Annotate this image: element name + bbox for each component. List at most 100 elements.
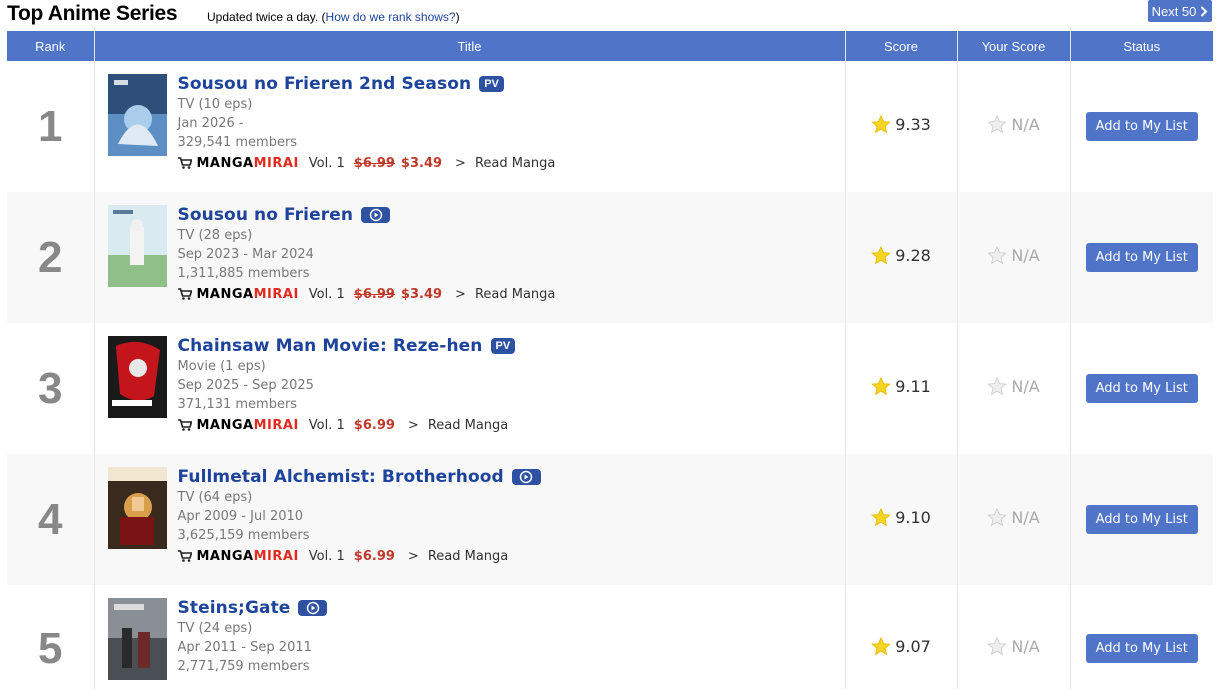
your-score-cell: N/A bbox=[956, 585, 1070, 689]
your-score-cell: N/A bbox=[956, 323, 1070, 454]
anime-type: Movie (1 eps) bbox=[177, 359, 266, 374]
star-icon bbox=[871, 508, 891, 527]
col-score: Score bbox=[844, 31, 957, 61]
ranking-table: Rank Title Score Your Score Status 1 Sou… bbox=[7, 31, 1213, 689]
rank-number: 5 bbox=[7, 585, 94, 689]
table-row: 4 Fullmetal Alchemist: Brotherhood TV (6… bbox=[7, 454, 1213, 585]
score-value: 9.10 bbox=[895, 508, 931, 527]
chevron-right-icon: > bbox=[455, 286, 466, 302]
anime-title-link[interactable]: Sousou no Frieren bbox=[178, 205, 354, 225]
table-row: 5 Steins;Gate TV (24 eps) Apr 2011 - Sep… bbox=[7, 585, 1213, 689]
read-manga-link[interactable]: Read Manga bbox=[475, 287, 555, 302]
manga-promo[interactable]: MANGAMIRAI Vol. 1 $6.99 > Read Manga bbox=[177, 416, 845, 434]
frieren-s2-cover-image[interactable] bbox=[107, 74, 167, 156]
anime-members: 3,625,159 members bbox=[177, 528, 310, 543]
manga-promo[interactable]: MANGAMIRAI Vol. 1 $6.99 > Read Manga bbox=[177, 547, 845, 565]
your-score-value: N/A bbox=[1011, 508, 1040, 527]
score-cell: 9.28 bbox=[844, 192, 957, 323]
anime-members: 1,311,885 members bbox=[177, 266, 310, 281]
star-icon bbox=[871, 637, 891, 656]
score-value: 9.07 bbox=[895, 637, 931, 656]
page-subtitle: Updated twice a day. (How do we rank sho… bbox=[207, 10, 460, 24]
chevron-right-icon: > bbox=[407, 548, 419, 564]
star-outline-icon bbox=[987, 637, 1008, 656]
steins-gate-cover-image[interactable] bbox=[107, 598, 167, 680]
score-cell: 9.10 bbox=[844, 454, 957, 585]
table-row: 2 Sousou no Frieren TV (28 eps) Sep 2023… bbox=[7, 192, 1213, 323]
score-cell: 9.33 bbox=[844, 61, 957, 192]
cart-icon bbox=[177, 288, 192, 300]
update-note: Updated twice a day. bbox=[207, 10, 319, 24]
frieren-cover-image[interactable] bbox=[107, 205, 167, 287]
your-score-value: N/A bbox=[1011, 637, 1040, 656]
add-to-list-button[interactable]: Add to My List bbox=[1085, 634, 1198, 663]
play-icon[interactable] bbox=[361, 207, 391, 223]
play-icon[interactable] bbox=[511, 469, 541, 485]
old-price: $6.99 bbox=[353, 155, 395, 171]
fma-cover-image[interactable] bbox=[107, 467, 167, 549]
manga-promo[interactable]: MANGAMIRAI Vol. 1 $6.99 $3.49 > Read Man… bbox=[177, 285, 845, 303]
anime-title-link[interactable]: Chainsaw Man Movie: Reze-hen bbox=[178, 336, 483, 356]
anime-title-link[interactable]: Sousou no Frieren 2nd Season bbox=[178, 74, 472, 94]
add-to-list-button[interactable]: Add to My List bbox=[1085, 374, 1198, 403]
read-manga-link[interactable]: Read Manga bbox=[475, 156, 555, 171]
anime-type: TV (10 eps) bbox=[177, 97, 253, 112]
star-icon bbox=[871, 115, 891, 134]
title-cell: Chainsaw Man Movie: Reze-hen PV Movie (1… bbox=[93, 323, 845, 454]
manga-promo[interactable]: MANGAMIRAI Vol. 1 $6.99 $3.49 > Read Man… bbox=[177, 154, 845, 172]
your-score-value: N/A bbox=[1011, 115, 1040, 134]
add-to-list-button[interactable]: Add to My List bbox=[1085, 505, 1198, 534]
score-value: 9.28 bbox=[895, 246, 931, 265]
pv-badge[interactable]: PV bbox=[479, 76, 504, 92]
read-manga-link[interactable]: Read Manga bbox=[428, 418, 508, 433]
your-score-value: N/A bbox=[1011, 377, 1040, 396]
cart-icon bbox=[177, 419, 192, 431]
col-status: Status bbox=[1069, 31, 1213, 61]
page-header: Top Anime Series Updated twice a day. (H… bbox=[0, 0, 1220, 31]
title-cell: Steins;Gate TV (24 eps) Apr 2011 - Sep 2… bbox=[93, 585, 845, 689]
sale-price: $3.49 bbox=[400, 155, 443, 171]
add-to-list-button[interactable]: Add to My List bbox=[1085, 112, 1198, 141]
status-cell: Add to My List bbox=[1069, 585, 1213, 689]
your-score-cell: N/A bbox=[956, 192, 1070, 323]
rank-number: 3 bbox=[7, 323, 94, 454]
pv-badge[interactable]: PV bbox=[490, 338, 516, 354]
chevron-right-icon: > bbox=[455, 155, 466, 171]
read-manga-link[interactable]: Read Manga bbox=[428, 549, 508, 564]
anime-type: TV (24 eps) bbox=[177, 621, 253, 636]
rank-info-link[interactable]: How do we rank shows? bbox=[326, 10, 456, 24]
score-cell: 9.11 bbox=[844, 323, 957, 454]
score-value: 9.33 bbox=[895, 115, 931, 134]
status-cell: Add to My List bbox=[1069, 61, 1213, 192]
table-row: 3 Chainsaw Man Movie: Reze-hen PV Movie … bbox=[7, 323, 1213, 454]
your-score-cell: N/A bbox=[956, 61, 1070, 192]
anime-dates: Apr 2011 - Sep 2011 bbox=[177, 640, 312, 655]
table-row: 1 Sousou no Frieren 2nd Season PV TV (10… bbox=[7, 61, 1213, 192]
price: $6.99 bbox=[353, 417, 395, 433]
add-to-list-button[interactable]: Add to My List bbox=[1085, 243, 1198, 272]
chevron-right-icon bbox=[1201, 5, 1208, 17]
star-outline-icon bbox=[987, 115, 1008, 134]
next-page-button[interactable]: Next 50 bbox=[1148, 0, 1212, 22]
anime-title-link[interactable]: Fullmetal Alchemist: Brotherhood bbox=[178, 467, 504, 487]
play-icon[interactable] bbox=[298, 600, 328, 616]
score-value: 9.11 bbox=[895, 377, 931, 396]
status-cell: Add to My List bbox=[1069, 192, 1213, 323]
chainsaw-man-cover-image[interactable] bbox=[107, 336, 167, 418]
title-cell: Sousou no Frieren 2nd Season PV TV (10 e… bbox=[93, 61, 845, 192]
anime-title-link[interactable]: Steins;Gate bbox=[178, 598, 291, 618]
manga-mirai-logo: MANGAMIRAI bbox=[196, 548, 299, 564]
price: $6.99 bbox=[353, 548, 395, 564]
cart-icon bbox=[177, 157, 192, 169]
col-title: Title bbox=[93, 31, 845, 61]
anime-dates: Apr 2009 - Jul 2010 bbox=[177, 509, 304, 524]
chevron-right-icon: > bbox=[407, 417, 419, 433]
star-icon bbox=[871, 246, 891, 265]
cart-icon bbox=[177, 550, 192, 562]
rank-number: 4 bbox=[7, 454, 94, 585]
rank-number: 1 bbox=[7, 61, 94, 192]
anime-dates: Sep 2023 - Mar 2024 bbox=[177, 247, 314, 262]
col-your-score: Your Score bbox=[956, 31, 1070, 61]
score-cell: 9.07 bbox=[844, 585, 957, 689]
rank-number: 2 bbox=[7, 192, 94, 323]
